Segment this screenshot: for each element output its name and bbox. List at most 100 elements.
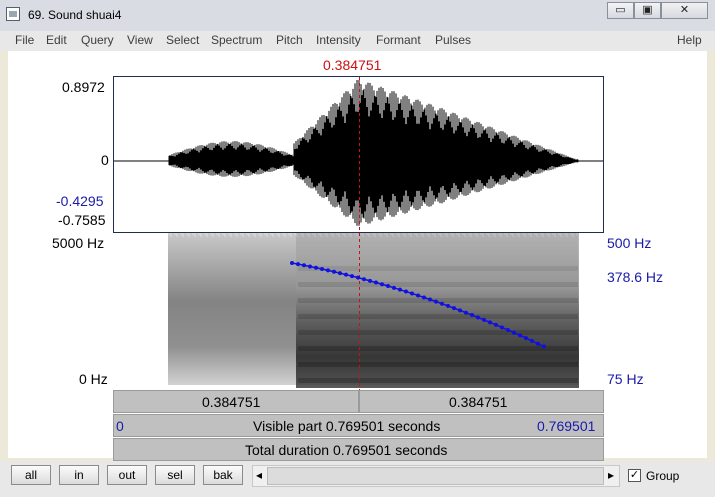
menu-pitch[interactable]: Pitch <box>276 33 303 47</box>
pitch-point <box>296 262 300 267</box>
cursor-time-label: 0.384751 <box>323 57 382 73</box>
menu-help[interactable]: Help <box>677 33 702 47</box>
menu-spectrum[interactable]: Spectrum <box>211 33 262 47</box>
menu-bar: File Edit Query View Select Spectrum Pit… <box>0 31 715 51</box>
pitch-point <box>398 287 402 292</box>
waveform-area[interactable] <box>113 76 604 233</box>
waveform-svg <box>114 77 603 232</box>
group-label: Group <box>646 469 680 483</box>
harmonic-band <box>298 282 578 287</box>
waveform-cursor-value: -0.4295 <box>56 193 104 209</box>
harmonic-band <box>298 314 578 319</box>
visible-end-label: 0.769501 <box>537 418 596 434</box>
pitch-point <box>470 313 474 318</box>
menu-select[interactable]: Select <box>166 33 199 47</box>
pitch-point <box>386 284 390 289</box>
pitch-current-label: 378.6 Hz <box>607 269 664 285</box>
scroll-thumb[interactable] <box>267 467 604 485</box>
pitch-point <box>536 341 540 346</box>
time-bar-right-label: 0.384751 <box>449 394 508 410</box>
time-bar-left[interactable]: 0.384751 <box>113 390 359 413</box>
zoom-selection-button[interactable]: sel <box>155 465 195 485</box>
harmonic-band <box>298 362 578 367</box>
pitch-point <box>500 325 504 330</box>
pitch-point <box>314 265 318 270</box>
pitch-point <box>452 306 456 311</box>
pitch-point <box>410 291 414 296</box>
menu-intensity[interactable]: Intensity <box>316 33 361 47</box>
pitch-point <box>458 308 462 313</box>
pitch-point <box>368 278 372 283</box>
close-button[interactable]: ✕ <box>661 2 708 19</box>
menu-view[interactable]: View <box>127 33 153 47</box>
waveform-max-label: 0.8972 <box>62 79 105 95</box>
harmonic-band <box>298 378 578 383</box>
total-duration-bar[interactable]: Total duration 0.769501 seconds <box>113 438 604 461</box>
pitch-point <box>428 297 432 302</box>
zoom-all-button[interactable]: all <box>11 465 51 485</box>
app-icon <box>6 7 20 21</box>
pitch-point <box>416 293 420 298</box>
pitch-point <box>404 289 408 294</box>
harmonic-band <box>298 330 578 335</box>
visible-part-bar[interactable]: 0 Visible part 0.769501 seconds 0.769501 <box>113 414 604 437</box>
menu-edit[interactable]: Edit <box>46 33 67 47</box>
horizontal-scrollbar[interactable]: ◂ ▸ <box>252 465 620 487</box>
pitch-point <box>362 277 366 282</box>
zoom-out-button[interactable]: out <box>107 465 147 485</box>
pitch-point <box>488 320 492 325</box>
harmonic-band <box>298 266 578 271</box>
window-title: 69. Sound shuai4 <box>28 8 122 22</box>
pitch-point <box>446 303 450 308</box>
visible-start-label: 0 <box>116 418 124 434</box>
pitch-point <box>338 271 342 276</box>
waveform-trace <box>168 80 579 226</box>
zoom-back-button[interactable]: bak <box>203 465 243 485</box>
pitch-point <box>440 301 444 306</box>
pitch-point <box>326 268 330 273</box>
pitch-point <box>524 336 528 341</box>
pitch-point <box>308 264 312 269</box>
harmonic-band <box>298 346 578 351</box>
pitch-point <box>290 261 294 265</box>
pitch-point <box>482 317 486 322</box>
pitch-point <box>380 282 384 287</box>
menu-query[interactable]: Query <box>81 33 114 47</box>
pitch-point <box>350 274 354 279</box>
menu-formant[interactable]: Formant <box>376 33 421 47</box>
pitch-point <box>392 285 396 290</box>
group-checkbox[interactable]: ✓ <box>628 469 641 482</box>
scroll-left-arrow-icon[interactable]: ◂ <box>256 468 262 482</box>
pitch-point <box>506 328 510 333</box>
total-duration-label: Total duration 0.769501 seconds <box>245 442 448 458</box>
scroll-right-arrow-icon[interactable]: ▸ <box>608 468 614 482</box>
waveform-min-label: -0.7585 <box>58 212 106 228</box>
pitch-point <box>464 310 468 315</box>
spectrogram-bottom-freq: 0 Hz <box>79 371 108 387</box>
time-bar-right[interactable]: 0.384751 <box>359 390 604 413</box>
pitch-point <box>530 338 534 343</box>
time-bar-left-label: 0.384751 <box>202 394 261 410</box>
pitch-point <box>320 267 324 272</box>
pitch-point <box>356 275 360 280</box>
pitch-point <box>302 263 306 268</box>
pitch-point <box>476 315 480 320</box>
pitch-point <box>374 280 378 285</box>
spectrogram-top-freq: 5000 Hz <box>52 235 105 251</box>
pitch-point <box>422 295 426 300</box>
waveform-path <box>168 80 579 226</box>
menu-pulses[interactable]: Pulses <box>435 33 471 47</box>
pitch-point <box>542 344 546 349</box>
pitch-point <box>332 269 336 274</box>
maximize-button[interactable]: ▣ <box>634 2 661 19</box>
menu-file[interactable]: File <box>15 33 34 47</box>
pitch-bottom-label: 75 Hz <box>607 371 644 387</box>
minimize-button[interactable]: ▭ <box>607 2 634 19</box>
waveform-zero-label: 0 <box>101 152 109 168</box>
pitch-point <box>518 333 522 338</box>
pitch-point <box>434 299 438 304</box>
spectrogram-svg <box>168 233 579 390</box>
zoom-in-button[interactable]: in <box>59 465 99 485</box>
visible-part-label: Visible part 0.769501 seconds <box>253 418 441 434</box>
spectrogram-area[interactable] <box>113 233 604 390</box>
